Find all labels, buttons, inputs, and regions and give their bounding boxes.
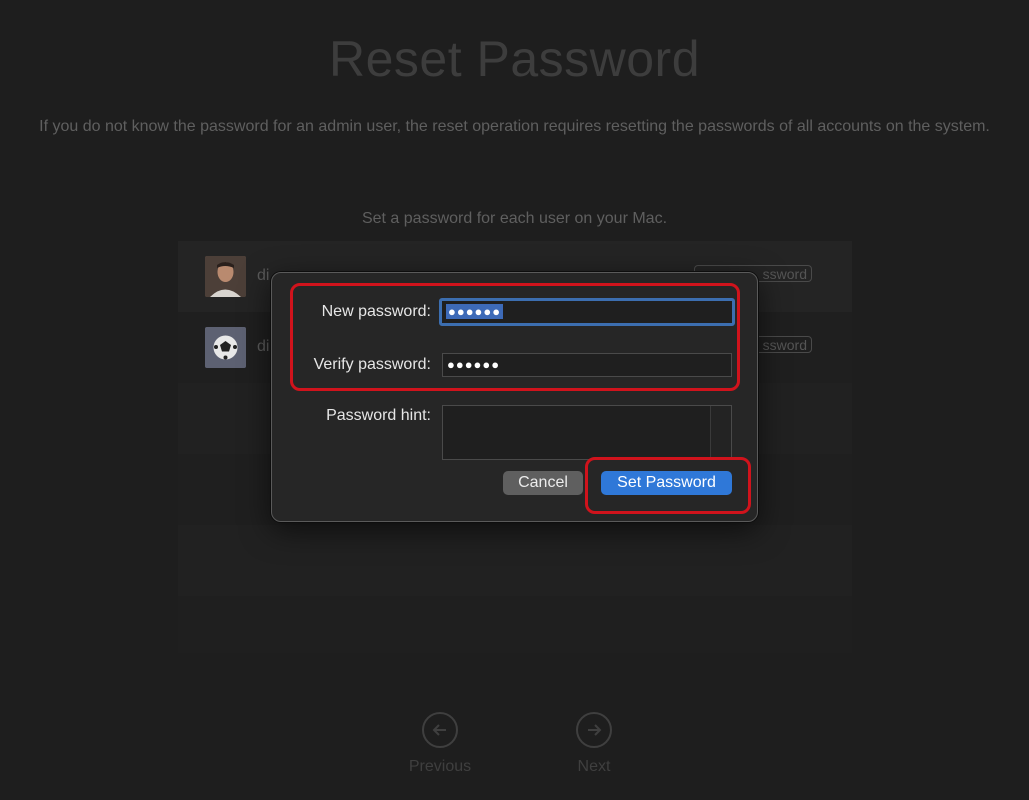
set-password-button[interactable]: Set Password [601,471,732,495]
arrow-left-circle-icon [422,712,458,748]
set-password-dialog: New password: ●●●●●● Verify password: ●●… [271,272,758,522]
new-password-field[interactable]: ●●●●●● [439,298,735,326]
empty-row [178,525,852,596]
empty-row [178,596,852,653]
reset-password-screen: Reset Password If you do not know the pa… [0,0,1029,800]
new-password-label: New password: [321,303,431,320]
soccer-ball-avatar [205,327,246,368]
person-photo-avatar [205,256,246,297]
password-hint-field[interactable] [442,405,732,460]
page-description: If you do not know the password for an a… [39,118,990,135]
previous-label: Previous [408,758,472,775]
verify-password-label: Verify password: [313,356,431,373]
previous-button[interactable]: Previous [390,712,490,776]
password-hint-label: Password hint: [326,407,431,424]
page-title: Reset Password [328,31,701,87]
next-label: Next [577,758,611,775]
verify-password-field[interactable]: ●●●●●● [442,353,732,377]
page-subtitle: Set a password for each user on your Mac… [361,210,668,227]
next-button[interactable]: Next [544,712,644,776]
arrow-right-circle-icon [576,712,612,748]
hint-scrollbar[interactable] [710,406,731,459]
user-name: di [257,267,270,284]
cancel-button[interactable]: Cancel [503,471,583,495]
new-password-value: ●●●●●● [446,304,504,319]
user-name: di [257,338,270,355]
